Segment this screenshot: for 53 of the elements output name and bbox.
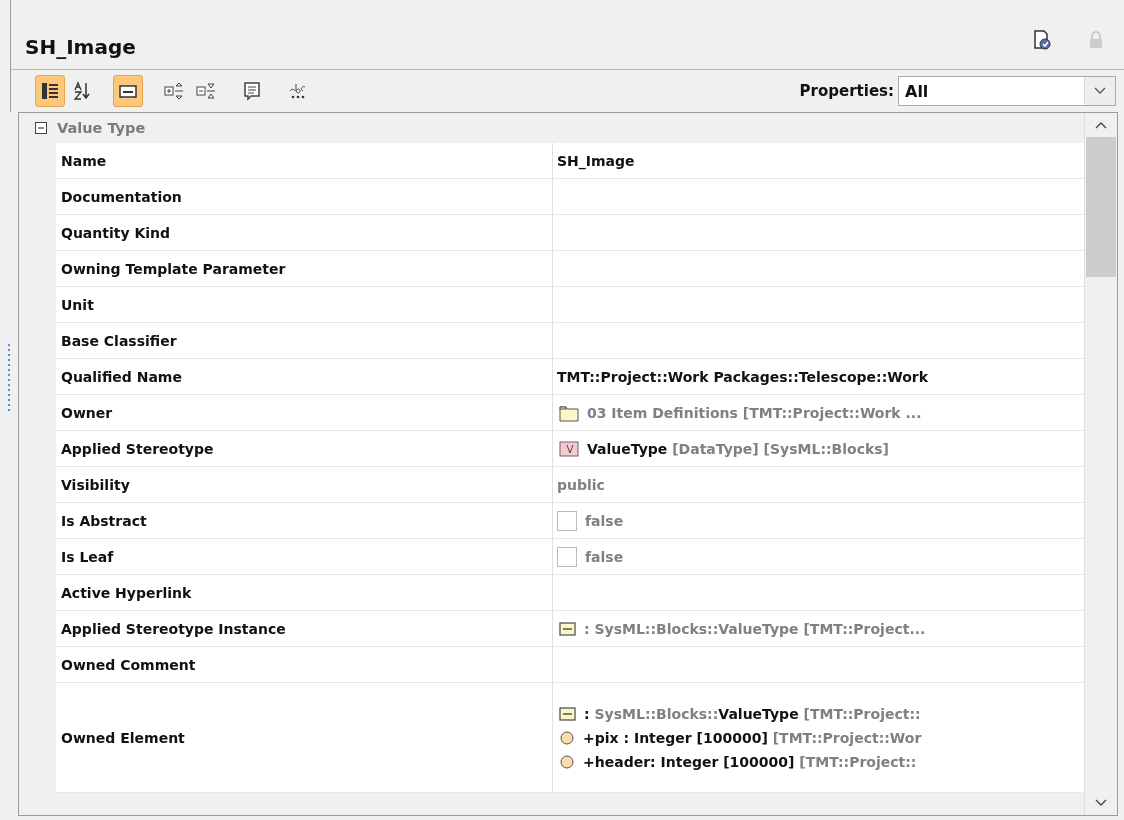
property-value: false <box>585 548 624 565</box>
property-value: public <box>557 476 605 493</box>
collapse-all-icon <box>196 81 216 101</box>
property-value: ValueType [DataType] [SysML::Blocks] <box>587 440 889 457</box>
property-value: 03 Item Definitions [TMT::Project::Work ... <box>587 404 922 421</box>
stereotype-icon <box>559 440 579 457</box>
property-name: Base Classifier <box>61 332 177 349</box>
list-view-icon <box>40 81 60 101</box>
instance-icon <box>559 620 576 637</box>
scrollbar[interactable] <box>1084 113 1117 815</box>
property-name: Owner <box>61 404 113 421</box>
checkbox[interactable] <box>557 546 577 567</box>
property-value: +header: Integer [100000] [TMT::Project:: <box>583 753 917 770</box>
circle-icon <box>559 729 575 746</box>
panel-title: SH_Image <box>25 35 137 61</box>
spell-check-icon <box>288 81 308 101</box>
property-name: Quantity Kind <box>61 224 171 241</box>
property-value: : SysML::Blocks::ValueType [TMT::Project:: <box>584 705 921 722</box>
property-name: Is Leaf <box>61 548 114 565</box>
property-name: Name <box>61 152 107 169</box>
property-value: false <box>585 512 624 529</box>
circle-icon <box>559 753 575 770</box>
property-value: : SysML::Blocks::ValueType [TMT::Project... <box>584 620 926 637</box>
property-name: Qualified Name <box>61 368 182 385</box>
group-title: Value Type <box>57 120 146 136</box>
expand-all-icon <box>164 81 184 101</box>
property-value: +pix : Integer [100000] [TMT::Project::Wor <box>583 729 922 746</box>
property-name: Is Abstract <box>61 512 147 529</box>
sort-icon <box>72 81 92 101</box>
toolbar-button[interactable] <box>35 75 65 107</box>
checkbox[interactable] <box>557 510 577 531</box>
property-name: Applied Stereotype Instance <box>61 620 286 637</box>
property-name: Unit <box>61 296 94 313</box>
properties-label: Properties: <box>799 82 894 100</box>
property-name: Documentation <box>61 188 182 205</box>
property-name: Applied Stereotype <box>61 440 214 457</box>
property-name: Owned Comment <box>61 656 196 673</box>
comment-icon <box>242 81 262 101</box>
resize-handle-icon[interactable] <box>7 344 11 414</box>
scroll-thumb[interactable] <box>1086 137 1116 277</box>
property-name: Active Hyperlink <box>61 584 192 601</box>
document-icon[interactable] <box>1032 29 1052 51</box>
toolbar-button[interactable] <box>113 75 143 107</box>
properties-dropdown[interactable]: All <box>898 76 1116 106</box>
property-name: Owned Element <box>61 729 185 746</box>
property-value: TMT::Project::Work Packages::Telescope::Work <box>557 368 929 385</box>
property-value: SH_Image <box>557 152 635 169</box>
chevron-down-icon <box>1084 77 1115 105</box>
collapse-icon[interactable] <box>35 122 47 134</box>
folder-icon <box>559 403 579 422</box>
property-name: Visibility <box>61 476 130 493</box>
instance-icon <box>559 705 576 722</box>
property-name: Owning Template Parameter <box>61 260 286 277</box>
